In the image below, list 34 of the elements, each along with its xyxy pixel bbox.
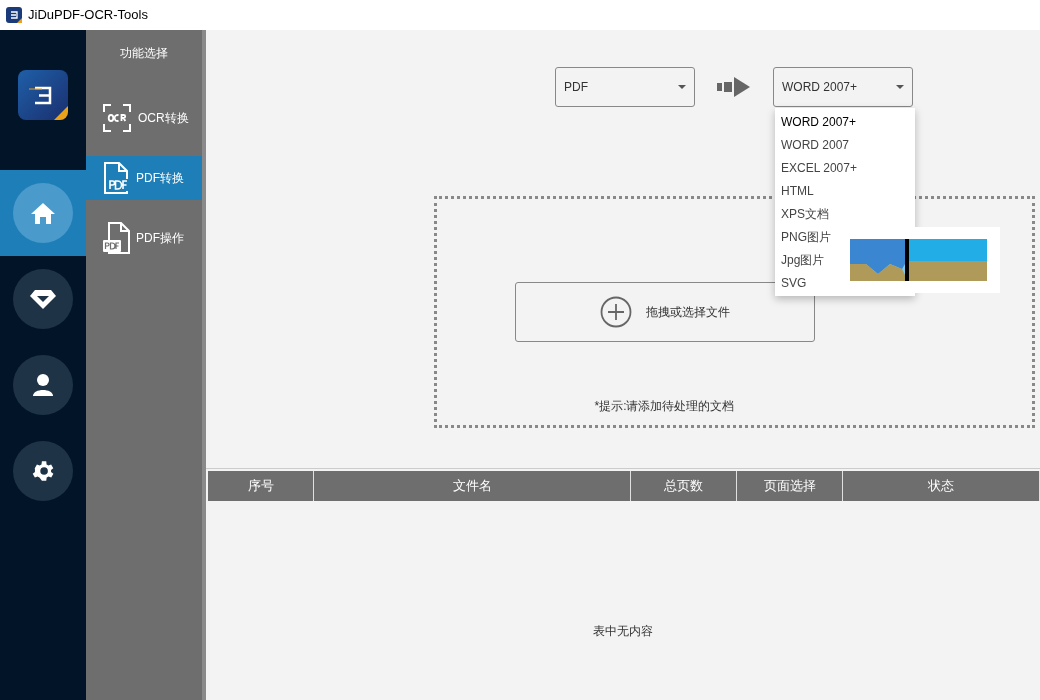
dropdown-option[interactable]: PNG图片 [781, 227, 831, 246]
hint-text: *提示:请添加待处理的文档 [594, 398, 735, 415]
column-header: 文件名 [314, 471, 631, 501]
sidebar-item[interactable]: PDF转换 [86, 156, 202, 200]
caret-icon [896, 85, 904, 89]
settings-icon [30, 458, 56, 484]
dropdown-option[interactable]: WORD 2007+ [781, 112, 857, 131]
app-logo-icon [6, 7, 22, 23]
dropdown-option[interactable]: XPS文档 [781, 204, 829, 223]
empty-table-text: 表中无内容 [593, 622, 653, 640]
user-icon [32, 373, 54, 397]
home-icon [30, 201, 56, 225]
dropdown-option[interactable]: WORD 2007 [781, 135, 850, 154]
column-header: 状态 [843, 471, 1040, 501]
column-header: 序号 [208, 471, 314, 501]
source-format-select[interactable]: PDF [555, 67, 695, 107]
target-format-select[interactable]: WORD 2007+ [773, 67, 913, 107]
dropdown-option[interactable]: EXCEL 2007+ [781, 158, 857, 177]
window-title: JiDuPDF-OCR-Tools [28, 6, 148, 25]
pdf-file-icon [102, 162, 130, 194]
app-logo-icon [18, 70, 68, 120]
sidebar-title: 功能选择 [119, 45, 169, 62]
column-header: 总页数 [631, 471, 737, 501]
sidebar-item[interactable]: PDF操作 [86, 216, 202, 260]
ocr-scan-icon [102, 103, 132, 133]
dropdown-option[interactable]: Jpg图片 [781, 250, 825, 269]
column-header: 页面选择 [737, 471, 843, 501]
dropdown-option[interactable]: HTML [781, 181, 814, 200]
diamond-icon [29, 288, 57, 310]
add-circle-icon [599, 296, 632, 328]
arrow-right-icon [717, 77, 751, 97]
pdf-document-icon [102, 222, 130, 254]
caret-icon [678, 85, 686, 89]
sidebar-item[interactable]: OCR转换 [86, 96, 202, 140]
